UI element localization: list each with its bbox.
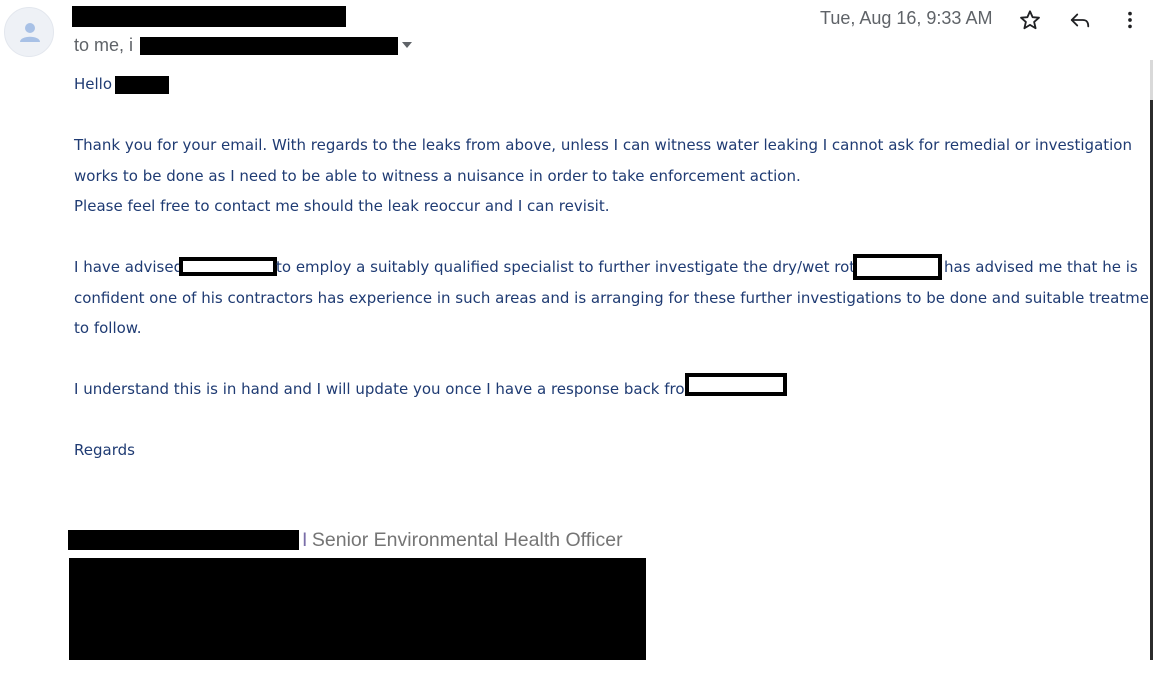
greeting-text: Hello <box>74 75 113 93</box>
chevron-down-icon <box>402 42 412 48</box>
body-line: works to be done as I need to be able to… <box>74 167 801 185</box>
signature-title: Senior Environmental Health Officer <box>311 529 623 551</box>
signature-title-line: I Senior Environmental Health Officer <box>302 529 623 552</box>
body-line: I have advised <box>74 258 184 276</box>
more-options-button[interactable] <box>1117 7 1143 33</box>
more-vert-icon <box>1128 11 1132 29</box>
name-redaction-box <box>853 254 942 280</box>
greeting-name-redaction <box>115 76 169 94</box>
show-details-button[interactable] <box>400 38 416 52</box>
recipients-redaction <box>140 37 398 55</box>
body-line: has advised me that he is <box>944 258 1138 276</box>
person-icon <box>20 23 40 42</box>
closing-text: Regards <box>74 441 135 459</box>
body-line: to follow. <box>74 319 142 337</box>
name-redaction-box <box>685 373 787 396</box>
recipients-line: to me, i <box>74 35 133 56</box>
signature-block-redaction <box>69 558 646 660</box>
body-line: confident one of his contractors has exp… <box>74 289 1153 307</box>
signature-separator: I <box>302 529 308 551</box>
signature-name-redaction <box>68 530 299 550</box>
recipients-text: to me, i <box>74 35 134 55</box>
message-date: Tue, Aug 16, 9:33 AM <box>820 8 993 28</box>
star-button[interactable] <box>1017 7 1043 33</box>
reply-button[interactable] <box>1067 7 1093 33</box>
body-line: Thank you for your email. With regards t… <box>74 136 1132 154</box>
reply-icon <box>1070 13 1090 28</box>
sender-name-redaction <box>72 6 346 27</box>
sender-avatar[interactable] <box>4 7 54 57</box>
body-line: I understand this is in hand and I will … <box>74 380 700 398</box>
body-line: Please feel free to contact me should th… <box>74 197 610 215</box>
name-redaction-box <box>179 257 277 276</box>
star-icon <box>1020 10 1040 30</box>
body-line: to employ a suitably qualified specialis… <box>276 258 860 276</box>
